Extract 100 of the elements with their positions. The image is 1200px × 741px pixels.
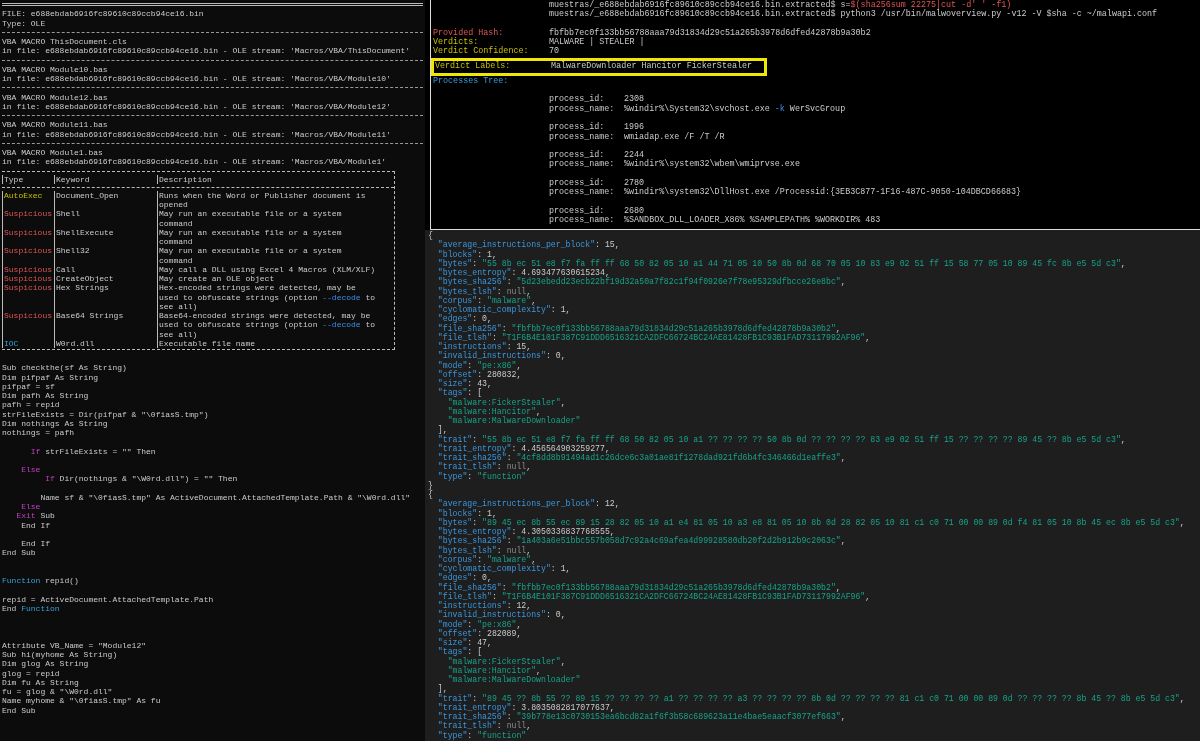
field-value: %windir%\system32\DllHost.exe /Processid:{3EB3C877-1F16-487C-9050-104DBCD66683} (624, 188, 1022, 198)
field-value: fbfbb7ec0f133bb56788aaa79d31834d29c51a265b3978d6dfed42878b9a30b2 (549, 28, 871, 38)
table-cell: Suspicious (3, 283, 52, 293)
json-line: "bytes": "89 45 ec 8b 55 ec 89 15 28 82 05 10 a1 e4 81 05 10 a3 e8 81 05 10 8b 0d 28 82 05 10 81 c1 c0 71 00 00 89 0d f4 81 05 10 8b 45 ec 8b e5 5d c3", (436, 517, 1185, 527)
code-line: End Sub (2, 705, 36, 715)
output-line: in file: e688ebdab6916fc89610c89ccb94ce16.bin - OLE stream: 'Macros/VBA/ThisDocument' (2, 46, 411, 56)
field-label: Verdict Labels: (435, 60, 512, 74)
output-line: Type: OLE (2, 18, 46, 28)
json-line: "trait_entropy": 3.8035082817077637, (436, 702, 615, 712)
output-line: in file: e688ebdab6916fc89610c89ccb94ce16.bin - OLE stream: 'Macros/VBA/Module11' (2, 129, 391, 139)
json-line: "file_tlsh": "T1F6B4E101F387C91DDD6516321CA2DFC66724BC24AE81428FB1C93B1FAD73117992AF96", (436, 332, 871, 342)
field-value: 2680 (624, 206, 645, 216)
json-line: { (428, 231, 433, 241)
table-cell: May run an executable file or a system command (158, 227, 342, 247)
json-line: "malware:FickerStealer", (446, 397, 566, 407)
code-line: Else (20, 502, 41, 512)
json-line: "instructions": 12, (436, 601, 532, 611)
table-cell: Suspicious (3, 246, 52, 256)
table-cell: Executable file name (158, 338, 255, 348)
json-line: "malware:Hancitor", (446, 665, 541, 675)
table-cell: May call a DLL using Excel 4 Macros (XLM/XLF) (158, 264, 376, 274)
code-line: End If (20, 539, 50, 549)
field-value: MalwareDownloader Hancitor FickerStealer (551, 60, 753, 74)
json-line: "tags": [ (436, 388, 483, 398)
field-label: process_id: (549, 151, 606, 161)
command-line: muestras/_e688ebdab6916fc89610c89ccb94ce16.bin.extracted$ s=$(sha256sum 22275|cut -d' ' -f1) (549, 0, 1012, 10)
json-line: "malware:MalwareDownloader" (446, 416, 581, 426)
json-line: "tags": [ (436, 647, 483, 657)
code-line: Sub checkthe(sf As String) (2, 363, 127, 373)
field-label: process_name: (549, 188, 616, 198)
code-line: strFileExists = Dir(pifpaf & "\0fiasS.tmp") (2, 409, 209, 419)
table-cell: IOC (3, 338, 19, 348)
table-cell: Suspicious (3, 264, 52, 274)
json-line: "offset": 280832, (436, 369, 522, 379)
table-cell: May run an executable file or a system command (158, 209, 342, 228)
json-line: "blocks": 1, (436, 249, 497, 259)
table-cell: Suspicious (3, 311, 52, 320)
json-line: "file_tlsh": "T1F6B4E101F387C91DDD6516321CA2DFC66724BC24AE81428FB1C93B1FAD73117992AF96", (436, 591, 871, 601)
table-cell: May create an OLE object (158, 274, 275, 284)
json-line: "mode": "pe:x86", (436, 360, 522, 370)
table-cell: Suspicious (3, 209, 52, 219)
code-line: Dim fu As String (2, 677, 79, 687)
table-cell: Shell32 (55, 246, 90, 256)
output-line: VBA MACRO ThisDocument.cls (2, 37, 127, 47)
json-line: "bytes_entropy": 4.3050336837768555, (436, 527, 615, 537)
output-line: VBA MACRO Module11.bas (2, 120, 108, 130)
json-line: "type": "function" (436, 471, 527, 481)
output-line: VBA MACRO Module10.bas (2, 64, 108, 74)
json-line: "cyclomatic_complexity": 1, (436, 564, 571, 574)
field-value: wmiadap.exe /F /T /R (624, 132, 725, 142)
table-cell: May run an executable file or a system command (158, 246, 342, 265)
json-line: "trait_sha256": "4cf8dd8b91494ad1c26dce6c3a01ae81f1278dad921fd6b4fc346466d1eaffe3", (436, 453, 846, 462)
field-label: process_name: (549, 104, 616, 114)
field-label: process_id: (549, 206, 606, 217)
code-line: pifpaf = sf (2, 381, 55, 391)
command-line: muestras/_e688ebdab6916fc89610c89ccb94ce16.bin.extracted$ python3 /usr/bin/malwoverview.py -v12 -V $sha -c ~/malwapi.conf (549, 9, 1158, 20)
table-cell: Base64-encoded strings were detected, may be used to obfuscate strings (option --decode to see all) (158, 311, 376, 339)
json-line: "average_instructions_per_block": 15, (436, 240, 620, 250)
json-line: "trait_tlsh": null, (436, 721, 532, 731)
field-label: Verdict Confidence: (433, 47, 530, 57)
field-value: 2308 (624, 95, 645, 105)
json-line: "mode": "pe:x86", (436, 619, 522, 629)
code-line: Name myhome & "\0fiasS.tmp" As fu (2, 696, 161, 706)
json-line: "malware:Hancitor", (446, 406, 541, 416)
json-line: "malware:MalwareDownloader" (446, 675, 581, 685)
json-line: "average_instructions_per_block": 12, (436, 499, 620, 509)
column-header: Keyword (55, 174, 90, 184)
json-line: "bytes_entropy": 4.693477630615234, (436, 268, 610, 278)
json-line: "bytes_sha256": "1a403a6e51bbc557b058d7c92a4c69afea4d99928580db20f2d2b912b9c2063c", (436, 536, 846, 546)
json-line: "corpus": "malware", (436, 295, 537, 305)
field-label: process_name: (549, 160, 616, 170)
table-cell: Suspicious (3, 227, 52, 237)
code-line: End If (20, 520, 50, 530)
column-header: Description (158, 174, 212, 184)
field-value: %SANDBOX_DLL_LOADER_X86% %SAMPLEPATH% %WORKDIR% 483 (624, 216, 881, 226)
json-line: "trait_entropy": 4.456564903259277, (436, 443, 610, 453)
json-line: "bytes": "55 8b ec 51 e8 f7 fa ff ff 68 50 82 05 10 a1 44 71 05 10 50 8b 0d 68 70 05 10 83 e9 02 51 ff 15 58 77 05 10 89 45 fc 8b e5 5d c3", (436, 258, 1126, 268)
json-line: } (428, 480, 433, 490)
column-header: Type (3, 174, 24, 184)
code-line: nothings = pafh (2, 428, 74, 438)
json-line: "trait_sha256": "39b778e13c0730153ea6bcd82a1f6f3b58c689623a11e4bae5eaacf3077ef663", (436, 712, 846, 721)
code-line: Dim glog As String (2, 659, 89, 669)
json-line: "corpus": "malware", (436, 554, 537, 564)
table-cell: AutoExec (3, 190, 43, 200)
code-line: Sub hi(myhome As String) (2, 650, 118, 660)
field-value: 70 (549, 47, 560, 57)
output-line: VBA MACRO Module1.bas (2, 148, 103, 158)
field-label: process_id: (549, 95, 606, 105)
field-value: %windir%\system32\wbem\wmiprvse.exe (624, 160, 800, 170)
output-line: in file: e688ebdab6916fc89610c89ccb94ce16.bin - OLE stream: 'Macros/VBA/Module12' (2, 101, 391, 111)
json-line: "malware:FickerStealer", (446, 656, 566, 666)
table-cell: Runs when the Word or Publisher document is opened (158, 190, 366, 210)
json-line: "blocks": 1, (436, 508, 497, 518)
field-label: process_id: (549, 123, 606, 133)
json-line: "trait": "89 45 ?? 8b 55 ?? 89 15 ?? ?? ?? ?? a1 ?? ?? ?? ?? a3 ?? ?? ?? ?? 8b 0d ?? ?? ?? ?? 81 c1 c0 71 00 00 89 0d ?? ?? ?? ?? 8b 45 ?? 8b e5 5d c3", (436, 693, 1185, 703)
json-line: "bytes_tlsh": null, (436, 545, 532, 555)
json-line: ], (436, 684, 448, 694)
json-line: "size": 43, (436, 379, 492, 389)
json-line: "type": "function" (436, 730, 527, 740)
json-line: "size": 47, (436, 638, 492, 648)
